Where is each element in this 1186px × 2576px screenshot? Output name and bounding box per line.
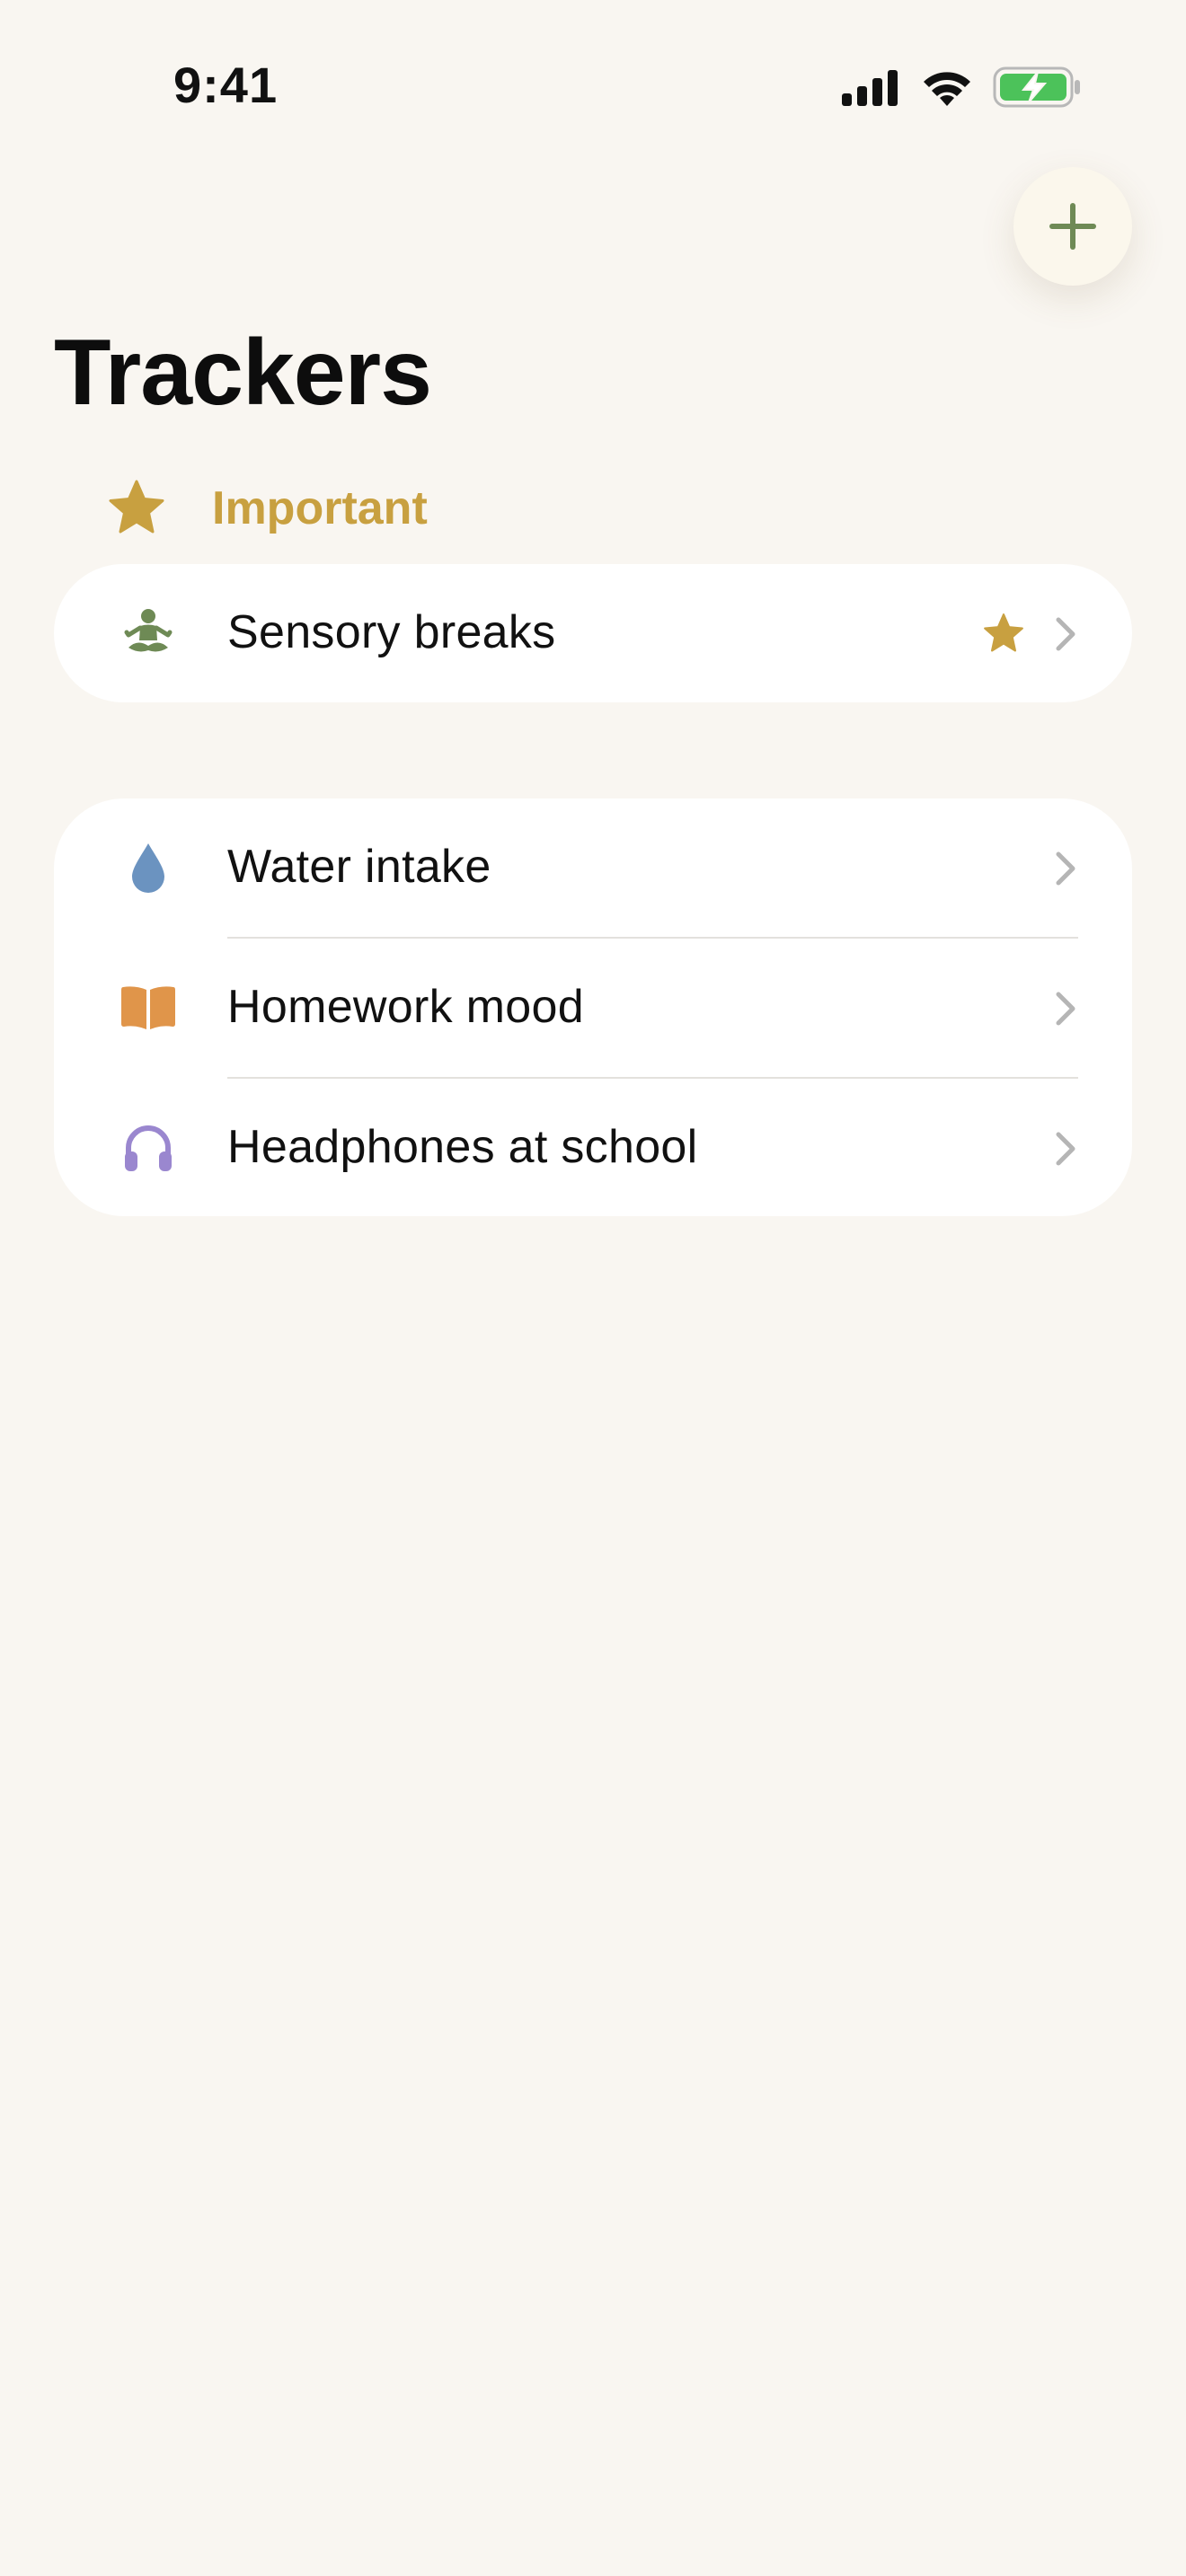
tracker-label: Headphones at school [227,1121,698,1173]
chevron-right-icon [1056,617,1075,651]
tracker-label: Homework mood [227,981,584,1033]
battery-charging-icon [993,66,1080,108]
chevron-right-icon [1056,1132,1075,1166]
chevron-right-icon [1056,992,1075,1026]
chevron-right-icon [1056,851,1075,886]
meditation-figure-icon [119,604,178,663]
headphones-icon [119,1118,178,1178]
status-icons [840,63,1083,110]
add-tracker-button[interactable] [1013,167,1132,286]
tracker-row-homework-mood[interactable]: Homework mood [54,939,1132,1078]
starred-icon [984,613,1023,652]
important-section-header: Important [108,476,428,539]
important-section-label: Important [212,482,428,534]
plus-icon [1049,203,1096,250]
wifi-icon [924,72,970,106]
page-title: Trackers [54,321,432,425]
water-drop-icon [119,838,178,897]
tracker-row-water-intake[interactable]: Water intake [54,798,1132,938]
star-icon [109,480,164,534]
status-bar: 9:41 [0,0,1186,171]
tracker-row-headphones-at-school[interactable]: Headphones at school [54,1079,1132,1216]
trackers-list-card: Water intake Homework mood Headphones at… [54,798,1132,1216]
open-book-icon [119,978,178,1037]
tracker-label: Water intake [227,841,491,893]
cellular-signal-icon [842,70,898,106]
tracker-label: Sensory breaks [227,606,556,658]
tracker-row-sensory-breaks[interactable]: Sensory breaks [54,564,1132,702]
status-time: 9:41 [173,57,279,113]
important-trackers-card: Sensory breaks [54,564,1132,702]
